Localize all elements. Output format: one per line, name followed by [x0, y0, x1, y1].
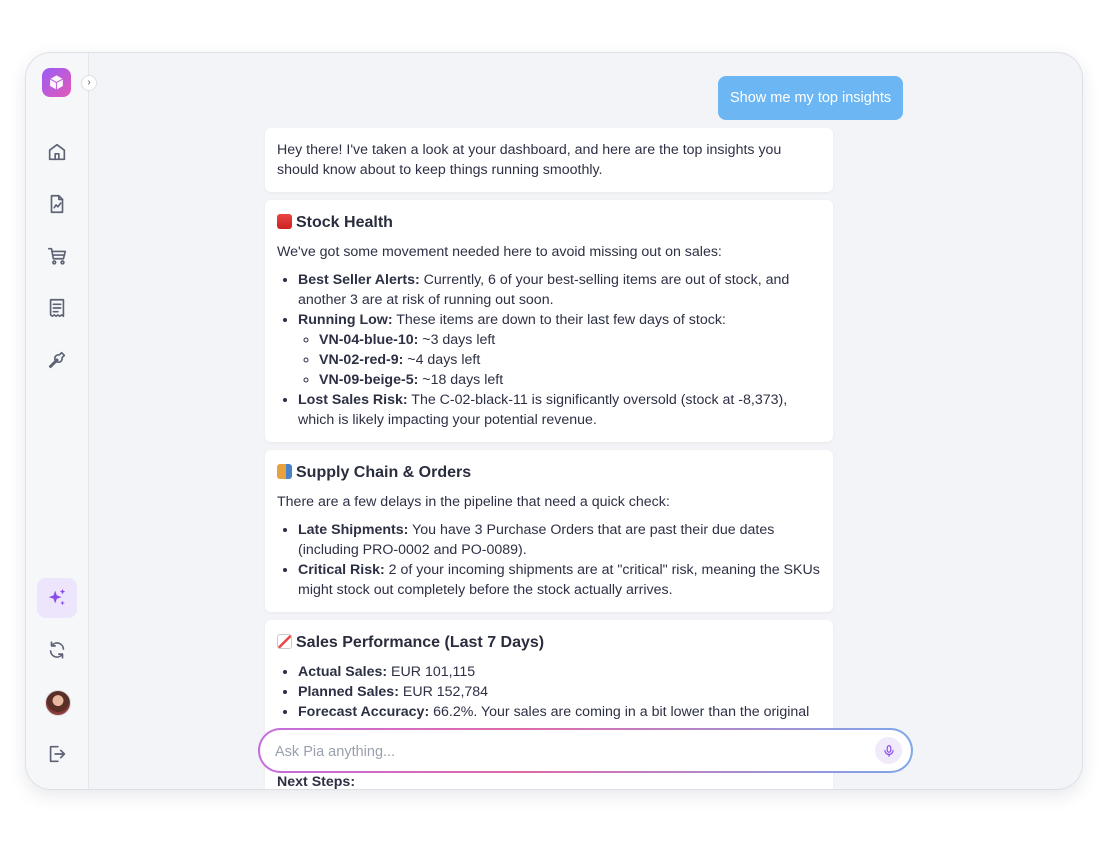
stock-health-heading: Stock Health — [277, 212, 821, 234]
composer — [258, 728, 913, 773]
mic-icon — [883, 744, 894, 757]
cart-icon — [47, 247, 67, 265]
list-item: Running Low: These items are down to the… — [298, 310, 821, 390]
supply-chain-title: Supply Chain & Orders — [296, 464, 472, 481]
item-label: Planned Sales: — [298, 684, 399, 700]
item-text: 66.2%. Your sales are coming in a bit lo… — [429, 704, 810, 720]
sidebar-expand-button[interactable]: › — [81, 75, 97, 91]
item-label: Actual Sales: — [298, 664, 388, 680]
sidebar-item-sync[interactable] — [37, 630, 77, 670]
chart-increasing-icon — [277, 634, 292, 649]
list-item: Late Shipments: You have 3 Purchase Orde… — [298, 520, 821, 560]
list-item: VN-09-beige-5: ~18 days left — [319, 370, 821, 390]
item-label: VN-02-red-9: — [319, 352, 404, 368]
item-label: Forecast Accuracy: — [298, 704, 430, 720]
item-label: Critical Risk: — [298, 562, 385, 578]
list-item: Critical Risk: 2 of your incoming shipme… — [298, 560, 821, 600]
list-item: Actual Sales: EUR 101,115 — [298, 662, 821, 682]
truck-icon — [277, 464, 292, 479]
stock-lead: We've got some movement needed here to a… — [277, 244, 722, 260]
user-message: Show me my top insights — [718, 76, 904, 120]
assistant-intro-card: Hey there! I've taken a look at your das… — [265, 128, 833, 192]
logout-icon — [49, 745, 66, 763]
supply-chain-heading: Supply Chain & Orders — [277, 462, 821, 484]
item-label: Late Shipments: — [298, 522, 409, 538]
receipt-icon — [49, 298, 65, 318]
home-icon — [48, 143, 66, 161]
list-item: Forecast Accuracy: 66.2%. Your sales are… — [298, 702, 821, 722]
ask-input[interactable] — [273, 730, 857, 773]
report-icon — [50, 194, 64, 214]
list-item: Planned Sales: EUR 152,784 — [298, 682, 821, 702]
sidebar-item-receipts[interactable] — [37, 288, 77, 328]
item-label: VN-04-blue-10: — [319, 332, 419, 348]
chat-area: Show me my top insights Hey there! I've … — [89, 53, 1082, 789]
intro-text: Hey there! I've taken a look at your das… — [277, 142, 782, 178]
supply-list: Late Shipments: You have 3 Purchase Orde… — [277, 520, 821, 600]
item-label: Lost Sales Risk: — [298, 392, 408, 408]
item-label: Best Seller Alerts: — [298, 272, 420, 288]
sparkles-icon — [48, 588, 66, 606]
item-text: EUR 101,115 — [387, 664, 476, 680]
refresh-icon — [49, 641, 65, 659]
logo-icon[interactable] — [42, 68, 71, 97]
sidebar-item-logout[interactable] — [37, 734, 77, 774]
item-text: ~4 days left — [403, 352, 481, 368]
list-item: Lost Sales Risk: The C-02-black-11 is si… — [298, 390, 821, 430]
app-window: › Show me my top insights Hey there! I'v… — [25, 52, 1083, 790]
item-text: ~18 days left — [418, 372, 504, 388]
sidebar-item-orders[interactable] — [37, 236, 77, 276]
list-item: Best Seller Alerts: Currently, 6 of your… — [298, 270, 821, 310]
sales-title: Sales Performance (Last 7 Days) — [296, 634, 545, 651]
list-item: VN-02-red-9: ~4 days left — [319, 350, 821, 370]
item-label: VN-09-beige-5: — [319, 372, 419, 388]
avatar[interactable] — [45, 690, 71, 716]
sales-heading: Sales Performance (Last 7 Days) — [277, 632, 821, 654]
sales-list: Actual Sales: EUR 101,115 Planned Sales:… — [277, 662, 821, 722]
sidebar-item-tools[interactable] — [37, 340, 77, 380]
item-text: ~3 days left — [418, 332, 496, 348]
stock-list: Best Seller Alerts: Currently, 6 of your… — [277, 270, 821, 430]
sidebar — [26, 53, 89, 789]
composer-inner — [260, 730, 911, 773]
sidebar-item-home[interactable] — [37, 132, 77, 172]
supply-lead: There are a few delays in the pipeline t… — [277, 494, 670, 510]
item-text: These items are down to their last few d… — [392, 312, 726, 328]
running-low-list: VN-04-blue-10: ~3 days left VN-02-red-9:… — [298, 330, 821, 390]
stock-health-title: Stock Health — [296, 214, 393, 231]
sidebar-item-reports[interactable] — [37, 184, 77, 224]
item-text: EUR 152,784 — [398, 684, 489, 700]
item-label: Running Low: — [298, 312, 393, 328]
sidebar-item-ai-assistant[interactable] — [37, 578, 77, 618]
wrench-icon — [48, 351, 66, 369]
next-steps-label: Next Steps: — [277, 774, 356, 790]
mic-button[interactable] — [875, 737, 902, 764]
stock-health-card: Stock Health We've got some movement nee… — [265, 200, 833, 442]
supply-chain-card: Supply Chain & Orders There are a few de… — [265, 450, 833, 612]
siren-icon — [277, 214, 292, 229]
list-item: VN-04-blue-10: ~3 days left — [319, 330, 821, 350]
